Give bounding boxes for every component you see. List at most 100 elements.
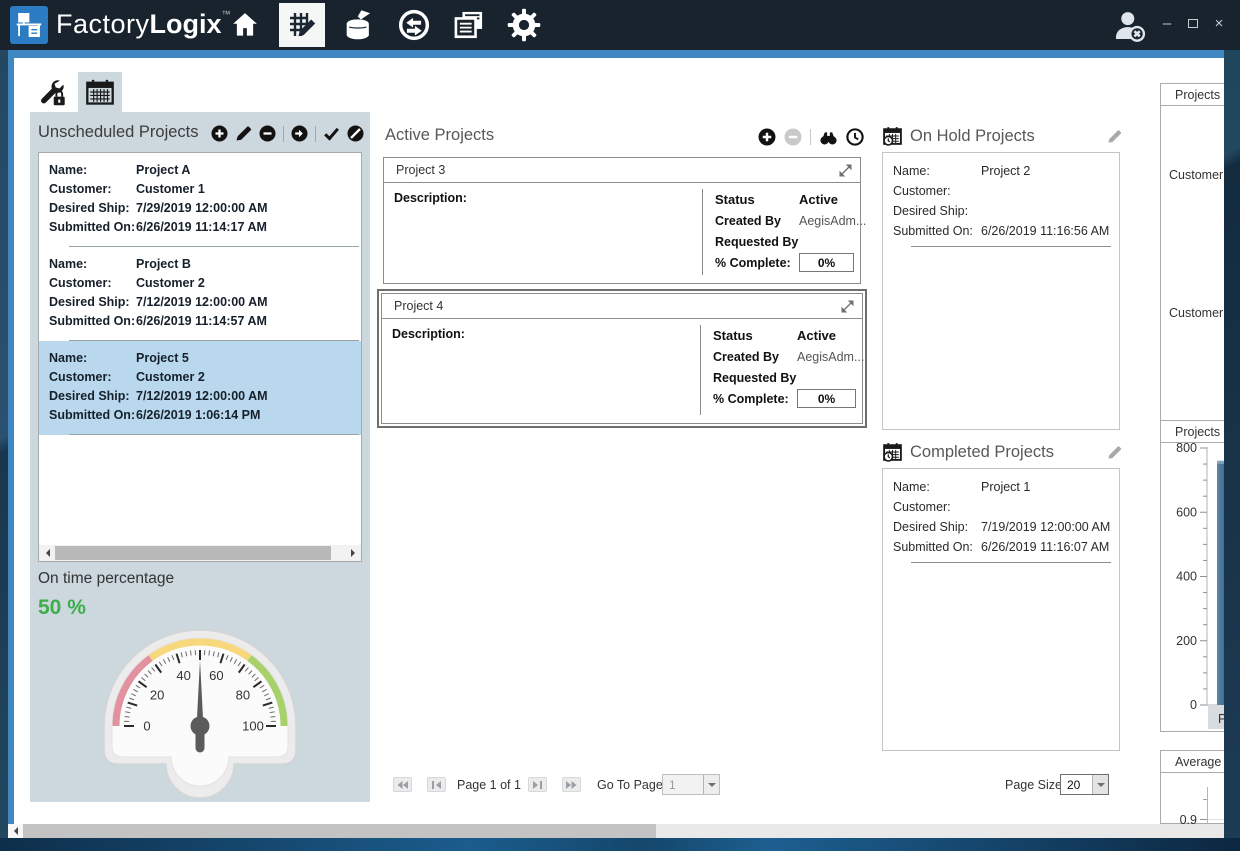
remove-circle-icon[interactable] <box>259 125 276 142</box>
user-signout-icon[interactable] <box>1112 9 1148 43</box>
previous-page-button[interactable] <box>427 777 446 792</box>
active-projects-title: Active Projects <box>385 126 494 145</box>
card-body: Description: StatusActive Created ByAegi… <box>382 319 862 423</box>
goto-page-select[interactable]: 1 <box>662 774 720 795</box>
remove-circle-icon-disabled[interactable] <box>784 128 802 146</box>
add-circle-icon[interactable] <box>211 125 228 142</box>
project-desired-ship: 7/29/2019 12:00:00 AM <box>136 201 268 215</box>
maximize-button[interactable] <box>1186 16 1200 32</box>
factorylogix-logo-icon <box>10 6 48 44</box>
divider <box>69 434 359 435</box>
window-controls: – × <box>1160 16 1226 32</box>
field-label: Desired Ship: <box>49 387 136 406</box>
planning-grid-pencil-icon <box>286 9 318 41</box>
percent-label: % Complete: <box>713 392 797 406</box>
card-title: Project 4 <box>394 299 443 313</box>
cancel-circle-icon[interactable] <box>347 125 364 142</box>
svg-text:800: 800 <box>1176 443 1197 455</box>
nav-planning-button[interactable] <box>279 3 325 47</box>
gauge-value: 50 % <box>38 596 86 620</box>
project-customer: Customer 1 <box>136 182 205 196</box>
completed-project-list[interactable]: Name:Project 1 Customer: Desired Ship:7/… <box>882 468 1120 751</box>
edit-pencil-icon[interactable] <box>1107 129 1122 144</box>
on-hold-project-list[interactable]: Name:Project 2 Customer: Desired Ship: S… <box>882 152 1120 430</box>
unscheduled-project-list[interactable]: Name:Project A Customer:Customer 1 Desir… <box>38 152 362 562</box>
wrench-lock-icon <box>37 77 67 107</box>
divider <box>911 562 1111 563</box>
chevron-down-icon <box>708 783 716 791</box>
page-size-value: 20 <box>1061 775 1092 794</box>
field-label: Desired Ship: <box>893 517 981 537</box>
project-list-item[interactable]: Name:Project A Customer:Customer 1 Desir… <box>39 153 361 247</box>
page-indicator: Page 1 of 1 <box>457 777 521 793</box>
card-header: Project 3 <box>384 158 860 183</box>
field-label: Desired Ship: <box>49 199 136 218</box>
unscheduled-toolbar <box>211 125 364 142</box>
schedule-arrow-circle-icon[interactable] <box>291 125 308 142</box>
project-list-item[interactable]: Name:Project B Customer:Customer 2 Desir… <box>39 247 361 341</box>
field-label: Submitted On: <box>893 221 981 241</box>
last-page-button[interactable] <box>562 777 581 792</box>
nav-materials-button[interactable] <box>338 3 380 47</box>
card-detail-column: StatusActive Created ByAegisAdm... Reque… <box>700 325 856 415</box>
projects-by-customer-panel: Projects B Customer 1 Customer 2 <box>1160 83 1224 430</box>
accept-check-icon[interactable] <box>323 125 340 142</box>
svg-text:40: 40 <box>176 668 190 683</box>
scroll-left-arrow-icon[interactable] <box>8 824 23 838</box>
project-submitted-on: 6/26/2019 11:14:17 AM <box>136 220 267 234</box>
collapse-diagonal-icon[interactable] <box>839 164 852 177</box>
nav-reports-button[interactable] <box>448 3 490 47</box>
nav-home-button[interactable] <box>224 3 266 47</box>
brand-factory: Factory <box>56 9 150 39</box>
y-axis <box>1207 787 1208 823</box>
svg-text:60: 60 <box>209 668 223 683</box>
sync-circle-icon <box>398 9 430 41</box>
svg-text:0: 0 <box>1190 698 1197 712</box>
scroll-left-arrow-icon[interactable] <box>39 545 55 561</box>
project-customer: Customer 2 <box>136 370 205 384</box>
active-project-card[interactable]: Project 3 Description: StatusActive Crea… <box>383 157 861 284</box>
window-bottom-edge <box>0 838 1240 851</box>
active-project-card-selected[interactable]: Project 4 Description: StatusActive Crea… <box>381 293 863 424</box>
nav-settings-button[interactable] <box>503 3 545 47</box>
on-hold-title: On Hold Projects <box>910 127 1100 146</box>
tab-configuration[interactable] <box>30 72 74 112</box>
description-label: Description: <box>394 191 467 205</box>
project-submitted-on: 6/26/2019 11:16:56 AM <box>981 224 1109 238</box>
main-hscrollbar[interactable] <box>8 824 1224 838</box>
project-name: Project 2 <box>981 164 1030 178</box>
minimize-button[interactable]: – <box>1160 16 1174 32</box>
created-by-value: AegisAdm... <box>797 350 864 364</box>
add-circle-icon[interactable] <box>758 128 776 146</box>
page-size-select[interactable]: 20 <box>1060 774 1109 795</box>
edit-pencil-icon[interactable] <box>235 125 252 142</box>
project-submitted-on: 6/26/2019 11:16:07 AM <box>981 540 1109 554</box>
list-hscrollbar[interactable] <box>39 545 361 561</box>
maximize-icon <box>1188 19 1198 28</box>
panel-title: Projects B <box>1161 84 1224 106</box>
chevron-down-icon <box>1097 783 1105 791</box>
edit-pencil-icon[interactable] <box>1107 445 1122 460</box>
project-list-item-selected[interactable]: Name:Project 5 Customer:Customer 2 Desir… <box>39 341 361 435</box>
scroll-right-arrow-icon[interactable] <box>345 545 361 561</box>
dropdown-button[interactable] <box>1092 775 1108 794</box>
close-button[interactable]: × <box>1212 16 1226 32</box>
dropdown-button[interactable] <box>703 775 719 794</box>
collapse-diagonal-icon[interactable] <box>841 300 854 313</box>
scrollbar-thumb[interactable] <box>55 546 331 560</box>
first-page-button[interactable] <box>393 777 412 792</box>
nav-sync-button[interactable] <box>393 3 435 47</box>
project-submitted-on: 6/26/2019 1:06:14 PM <box>136 408 260 422</box>
history-clock-icon[interactable] <box>846 128 864 146</box>
percent-complete-field[interactable]: 0% <box>799 253 854 272</box>
field-label: Customer: <box>893 497 981 517</box>
percent-complete-field[interactable]: 0% <box>797 389 856 408</box>
tab-scheduling[interactable] <box>78 72 122 112</box>
project-name: Project 5 <box>136 351 189 365</box>
settings-gear-icon <box>507 8 541 42</box>
svg-text:P: P <box>1218 712 1224 726</box>
next-page-button[interactable] <box>528 777 547 792</box>
find-binoculars-icon[interactable] <box>819 129 838 146</box>
scrollbar-thumb[interactable] <box>23 824 656 838</box>
average-time-panel: Average T 0.9 <box>1160 750 1224 824</box>
